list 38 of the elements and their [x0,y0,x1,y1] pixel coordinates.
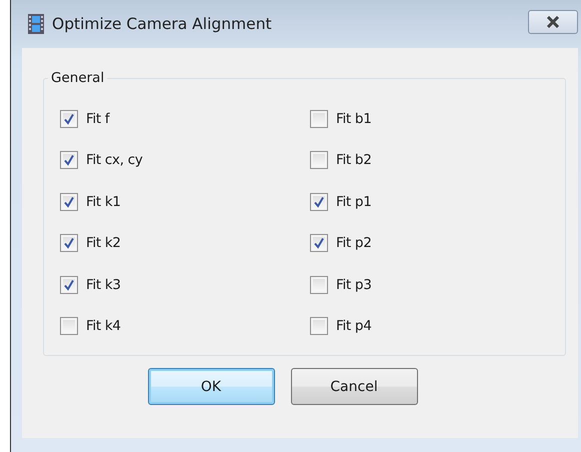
close-button[interactable] [528,10,578,34]
group-title: General [50,70,106,86]
checkbox-label[interactable]: Fit f [86,110,110,127]
checkbox[interactable] [60,151,78,170]
checkbox[interactable] [310,192,328,211]
check-icon [313,237,325,250]
checkbox[interactable] [60,276,78,294]
checkbox-label[interactable]: Fit b2 [336,152,372,168]
checkbox[interactable] [310,151,328,170]
close-icon [546,16,560,28]
checkbox[interactable] [310,317,328,336]
checkbox[interactable] [60,234,78,252]
check-icon [63,278,75,291]
checkbox[interactable] [60,192,78,211]
checkbox-label[interactable]: Fit p2 [336,235,372,252]
checkbox-label[interactable]: Fit k4 [86,318,121,334]
checkbox[interactable] [310,110,328,128]
checkbox[interactable] [310,234,328,252]
checkbox-label[interactable]: Fit b1 [336,110,372,127]
check-icon [63,196,75,208]
checkbox-label[interactable]: Fit k2 [86,235,121,252]
checkbox[interactable] [60,317,78,336]
ok-button[interactable]: OK [148,368,274,405]
check-icon [63,237,75,250]
window-title: Optimize Camera Alignment [52,15,273,33]
film-icon [28,14,44,34]
check-icon [63,154,75,166]
checkbox-label[interactable]: Fit k1 [86,194,121,210]
checkbox-label[interactable]: Fit p1 [336,194,372,210]
checkbox-label[interactable]: Fit p4 [336,318,372,334]
checkbox-label[interactable]: Fit p3 [336,276,372,293]
cancel-button[interactable]: Cancel [290,368,418,405]
check-icon [313,196,325,208]
checkbox-label[interactable]: Fit k3 [86,276,121,293]
checkbox[interactable] [310,276,328,294]
checkbox[interactable] [60,110,78,128]
checkbox-label[interactable]: Fit cx, cy [86,152,143,168]
check-icon [63,112,75,125]
